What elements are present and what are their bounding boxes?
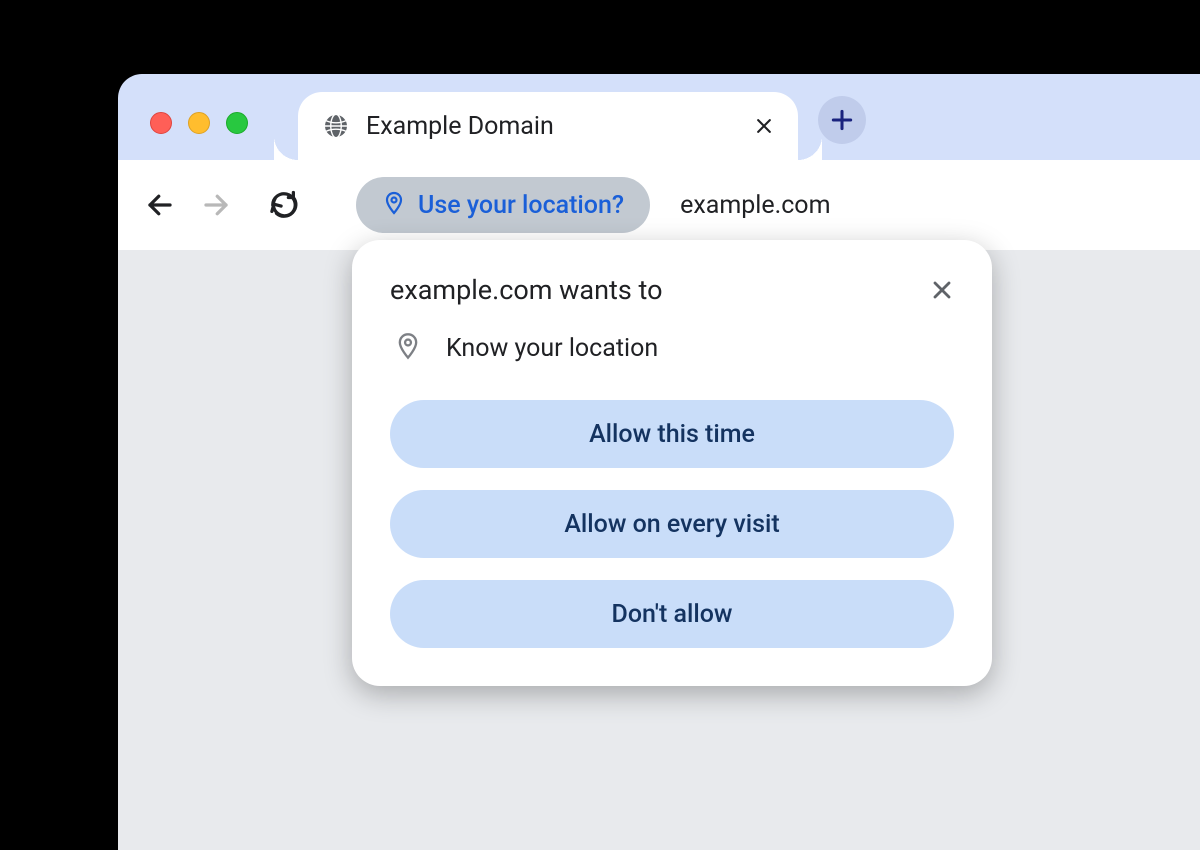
permission-label: Know your location [446,334,658,363]
toolbar: Use your location? example.com [118,160,1200,250]
back-button[interactable] [136,181,184,229]
location-pin-icon [394,332,422,364]
reload-button[interactable] [260,181,308,229]
allow-this-time-button[interactable]: Allow this time [390,400,954,468]
browser-window: Example Domain [118,74,1200,850]
tab-close-button[interactable] [754,116,774,136]
location-pin-icon [382,191,406,219]
dialog-close-button[interactable] [930,278,954,302]
window-close-button[interactable] [150,112,172,134]
permission-dialog: example.com wants to Know your location [352,240,992,686]
address-bar[interactable]: Use your location? example.com [356,177,831,233]
permission-item: Know your location [390,332,954,364]
permission-chip[interactable]: Use your location? [356,177,650,233]
window-controls [150,112,248,134]
url-text: example.com [680,191,830,220]
globe-icon [322,112,350,140]
page-content: example.com wants to Know your location [118,250,1200,850]
window-maximize-button[interactable] [226,112,248,134]
dont-allow-button[interactable]: Don't allow [390,580,954,648]
tab-strip: Example Domain [118,74,1200,160]
window-minimize-button[interactable] [188,112,210,134]
new-tab-button[interactable] [818,96,866,144]
permission-chip-label: Use your location? [418,191,624,220]
allow-every-visit-button[interactable]: Allow on every visit [390,490,954,558]
forward-button[interactable] [192,181,240,229]
browser-tab[interactable]: Example Domain [298,92,798,160]
dialog-title: example.com wants to [390,274,662,306]
tab-title: Example Domain [366,112,738,141]
